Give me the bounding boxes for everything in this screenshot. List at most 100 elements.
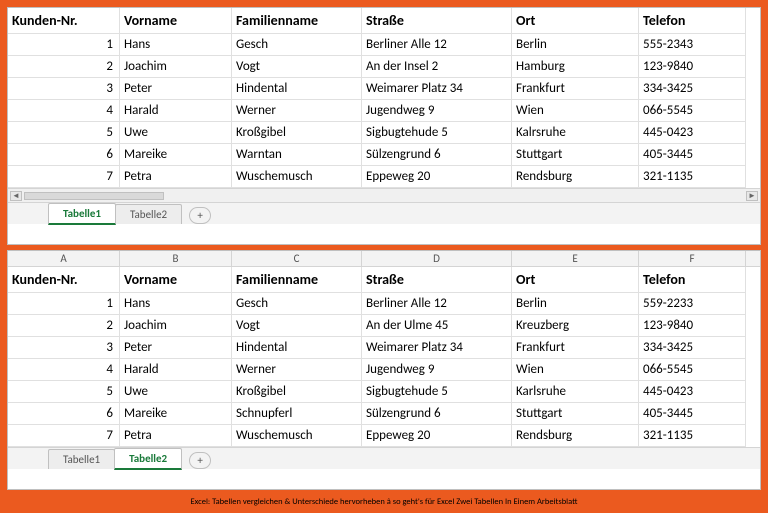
table-cell[interactable]: Uwe xyxy=(120,381,232,403)
header-kundennr[interactable]: Kunden-Nr. xyxy=(8,8,120,34)
table-cell[interactable]: Jugendweg 9 xyxy=(362,100,512,122)
table-cell[interactable]: 066-5545 xyxy=(639,359,746,381)
header-vorname[interactable]: Vorname xyxy=(120,8,232,34)
table-cell[interactable]: Stuttgart xyxy=(512,403,639,425)
table-cell[interactable]: 559-2233 xyxy=(639,293,746,315)
tab-tabelle2[interactable]: Tabelle2 xyxy=(115,204,182,224)
scroll-track[interactable] xyxy=(22,192,746,200)
scroll-right-icon[interactable]: ► xyxy=(746,191,758,201)
table-cell[interactable]: Hans xyxy=(120,293,232,315)
table-cell[interactable]: 555-2343 xyxy=(639,34,746,56)
table-cell[interactable]: Berlin xyxy=(512,34,639,56)
table-cell[interactable]: Harald xyxy=(120,100,232,122)
table-cell[interactable]: 1 xyxy=(8,34,120,56)
table-cell[interactable]: 405-3445 xyxy=(639,144,746,166)
scroll-thumb[interactable] xyxy=(24,192,164,200)
table-cell[interactable]: 7 xyxy=(8,166,120,188)
tab-tabelle2[interactable]: Tabelle2 xyxy=(114,448,182,470)
table-cell[interactable]: Karlsruhe xyxy=(512,381,639,403)
table-cell[interactable]: Petra xyxy=(120,425,232,447)
table-cell[interactable]: Harald xyxy=(120,359,232,381)
header-ort[interactable]: Ort xyxy=(512,267,639,293)
table-cell[interactable]: 334-3425 xyxy=(639,337,746,359)
table-cell[interactable]: 3 xyxy=(8,337,120,359)
header-strasse[interactable]: Straße xyxy=(362,8,512,34)
table-cell[interactable]: 405-3445 xyxy=(639,403,746,425)
table-cell[interactable]: Hindental xyxy=(232,78,362,100)
table-cell[interactable]: Eppeweg 20 xyxy=(362,166,512,188)
table-cell[interactable]: Wien xyxy=(512,359,639,381)
table-cell[interactable]: 066-5545 xyxy=(639,100,746,122)
add-sheet-button[interactable]: + xyxy=(189,452,211,469)
table-cell[interactable]: Gesch xyxy=(232,293,362,315)
table-cell[interactable]: 123-9840 xyxy=(639,56,746,78)
table-cell[interactable]: Kroßgibel xyxy=(232,381,362,403)
table-cell[interactable]: Eppeweg 20 xyxy=(362,425,512,447)
table-cell[interactable]: Wuschemusch xyxy=(232,166,362,188)
table-cell[interactable]: Weimarer Platz 34 xyxy=(362,78,512,100)
table-cell[interactable]: Peter xyxy=(120,337,232,359)
col-f[interactable]: F xyxy=(639,251,746,266)
table-cell[interactable]: Kroßgibel xyxy=(232,122,362,144)
header-ort[interactable]: Ort xyxy=(512,8,639,34)
table-cell[interactable]: 123-9840 xyxy=(639,315,746,337)
add-sheet-button[interactable]: + xyxy=(189,207,211,224)
table-cell[interactable]: 5 xyxy=(8,381,120,403)
table-cell[interactable]: Kalrsruhe xyxy=(512,122,639,144)
table-cell[interactable]: 4 xyxy=(8,359,120,381)
table-cell[interactable]: Hindental xyxy=(232,337,362,359)
header-familienname[interactable]: Familienname xyxy=(232,267,362,293)
table-cell[interactable]: Kreuzberg xyxy=(512,315,639,337)
table-cell[interactable]: 5 xyxy=(8,122,120,144)
table-cell[interactable]: 334-3425 xyxy=(639,78,746,100)
table-cell[interactable]: Frankfurt xyxy=(512,337,639,359)
table-cell[interactable]: 2 xyxy=(8,56,120,78)
table-cell[interactable]: 1 xyxy=(8,293,120,315)
header-kundennr[interactable]: Kunden-Nr. xyxy=(8,267,120,293)
table-cell[interactable]: 321-1135 xyxy=(639,425,746,447)
table-cell[interactable]: 7 xyxy=(8,425,120,447)
table-cell[interactable]: Berliner Alle 12 xyxy=(362,293,512,315)
table-cell[interactable]: Sigbugtehude 5 xyxy=(362,381,512,403)
table-cell[interactable]: Hans xyxy=(120,34,232,56)
table-cell[interactable]: Hamburg xyxy=(512,56,639,78)
table-cell[interactable]: 4 xyxy=(8,100,120,122)
table-cell[interactable]: Joachim xyxy=(120,56,232,78)
table-cell[interactable]: Weimarer Platz 34 xyxy=(362,337,512,359)
table-cell[interactable]: Berliner Alle 12 xyxy=(362,34,512,56)
table-cell[interactable]: Warntan xyxy=(232,144,362,166)
table-cell[interactable]: Wuschemusch xyxy=(232,425,362,447)
table-cell[interactable]: Sülzengrund 6 xyxy=(362,403,512,425)
table-cell[interactable]: An der Insel 2 xyxy=(362,56,512,78)
col-a[interactable]: A xyxy=(8,251,120,266)
table-cell[interactable]: Werner xyxy=(232,100,362,122)
data-grid-top[interactable]: Kunden-Nr. Vorname Familienname Straße O… xyxy=(8,8,760,188)
col-e[interactable]: E xyxy=(512,251,639,266)
table-cell[interactable]: 6 xyxy=(8,403,120,425)
col-d[interactable]: D xyxy=(362,251,512,266)
table-cell[interactable]: Sigbugtehude 5 xyxy=(362,122,512,144)
table-cell[interactable]: 445-0423 xyxy=(639,122,746,144)
header-strasse[interactable]: Straße xyxy=(362,267,512,293)
table-cell[interactable]: 2 xyxy=(8,315,120,337)
header-telefon[interactable]: Telefon xyxy=(639,267,746,293)
table-cell[interactable]: An der Ulme 45 xyxy=(362,315,512,337)
table-cell[interactable]: 445-0423 xyxy=(639,381,746,403)
table-cell[interactable]: Schnupferl xyxy=(232,403,362,425)
table-cell[interactable]: Jugendweg 9 xyxy=(362,359,512,381)
table-cell[interactable]: Stuttgart xyxy=(512,144,639,166)
table-cell[interactable]: Wien xyxy=(512,100,639,122)
table-cell[interactable]: Vogt xyxy=(232,56,362,78)
table-cell[interactable]: Rendsburg xyxy=(512,166,639,188)
table-cell[interactable]: 3 xyxy=(8,78,120,100)
tab-tabelle1[interactable]: Tabelle1 xyxy=(48,449,115,469)
table-cell[interactable]: Peter xyxy=(120,78,232,100)
header-vorname[interactable]: Vorname xyxy=(120,267,232,293)
table-cell[interactable]: Frankfurt xyxy=(512,78,639,100)
table-cell[interactable]: Mareike xyxy=(120,403,232,425)
table-cell[interactable]: 321-1135 xyxy=(639,166,746,188)
tab-tabelle1[interactable]: Tabelle1 xyxy=(48,203,116,225)
table-cell[interactable]: 6 xyxy=(8,144,120,166)
col-b[interactable]: B xyxy=(120,251,232,266)
header-familienname[interactable]: Familienname xyxy=(232,8,362,34)
